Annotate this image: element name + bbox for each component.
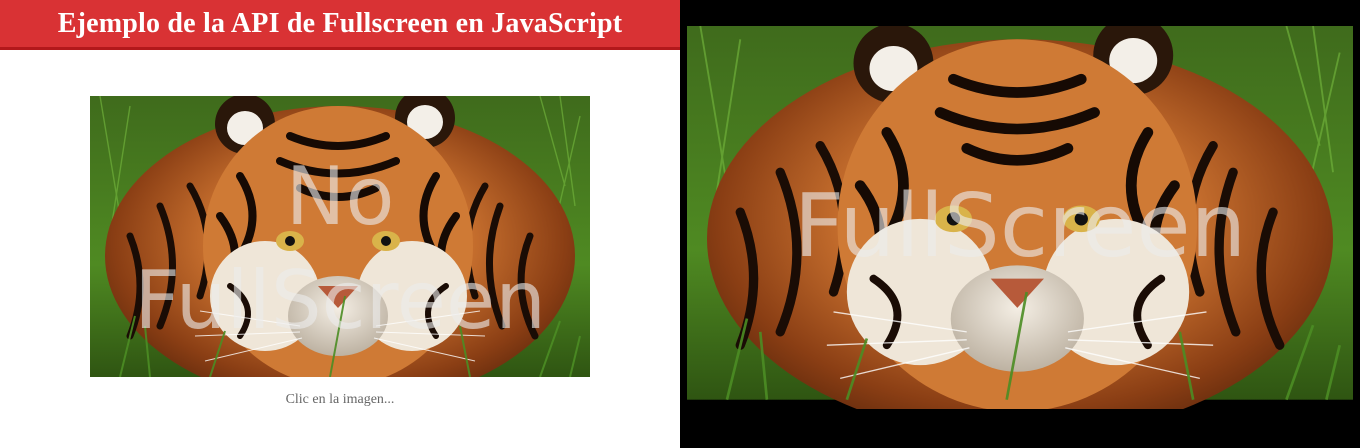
normal-view-panel: Ejemplo de la API de Fullscreen en JavaS… — [0, 0, 680, 448]
tiger-photo-fullscreen[interactable]: FullScreen — [687, 26, 1353, 409]
fullscreen-view-panel: FullScreen — [680, 0, 1360, 448]
tiger-photo[interactable]: No FullScreen — [90, 96, 590, 377]
tiger-image-fullscreen[interactable]: FullScreen — [687, 26, 1353, 409]
click-caption: Clic en la imagen... — [285, 392, 395, 407]
overlay-text-fullscreen: FullScreen — [134, 254, 546, 347]
page-title: Ejemplo de la API de Fullscreen en JavaS… — [57, 7, 623, 39]
tiger-image[interactable]: No FullScreen — [90, 96, 590, 377]
page-header: Ejemplo de la API de Fullscreen en JavaS… — [0, 0, 680, 50]
overlay-text-no: No — [286, 150, 395, 243]
overlay-text-fullscreen-large: FullScreen — [794, 174, 1247, 277]
